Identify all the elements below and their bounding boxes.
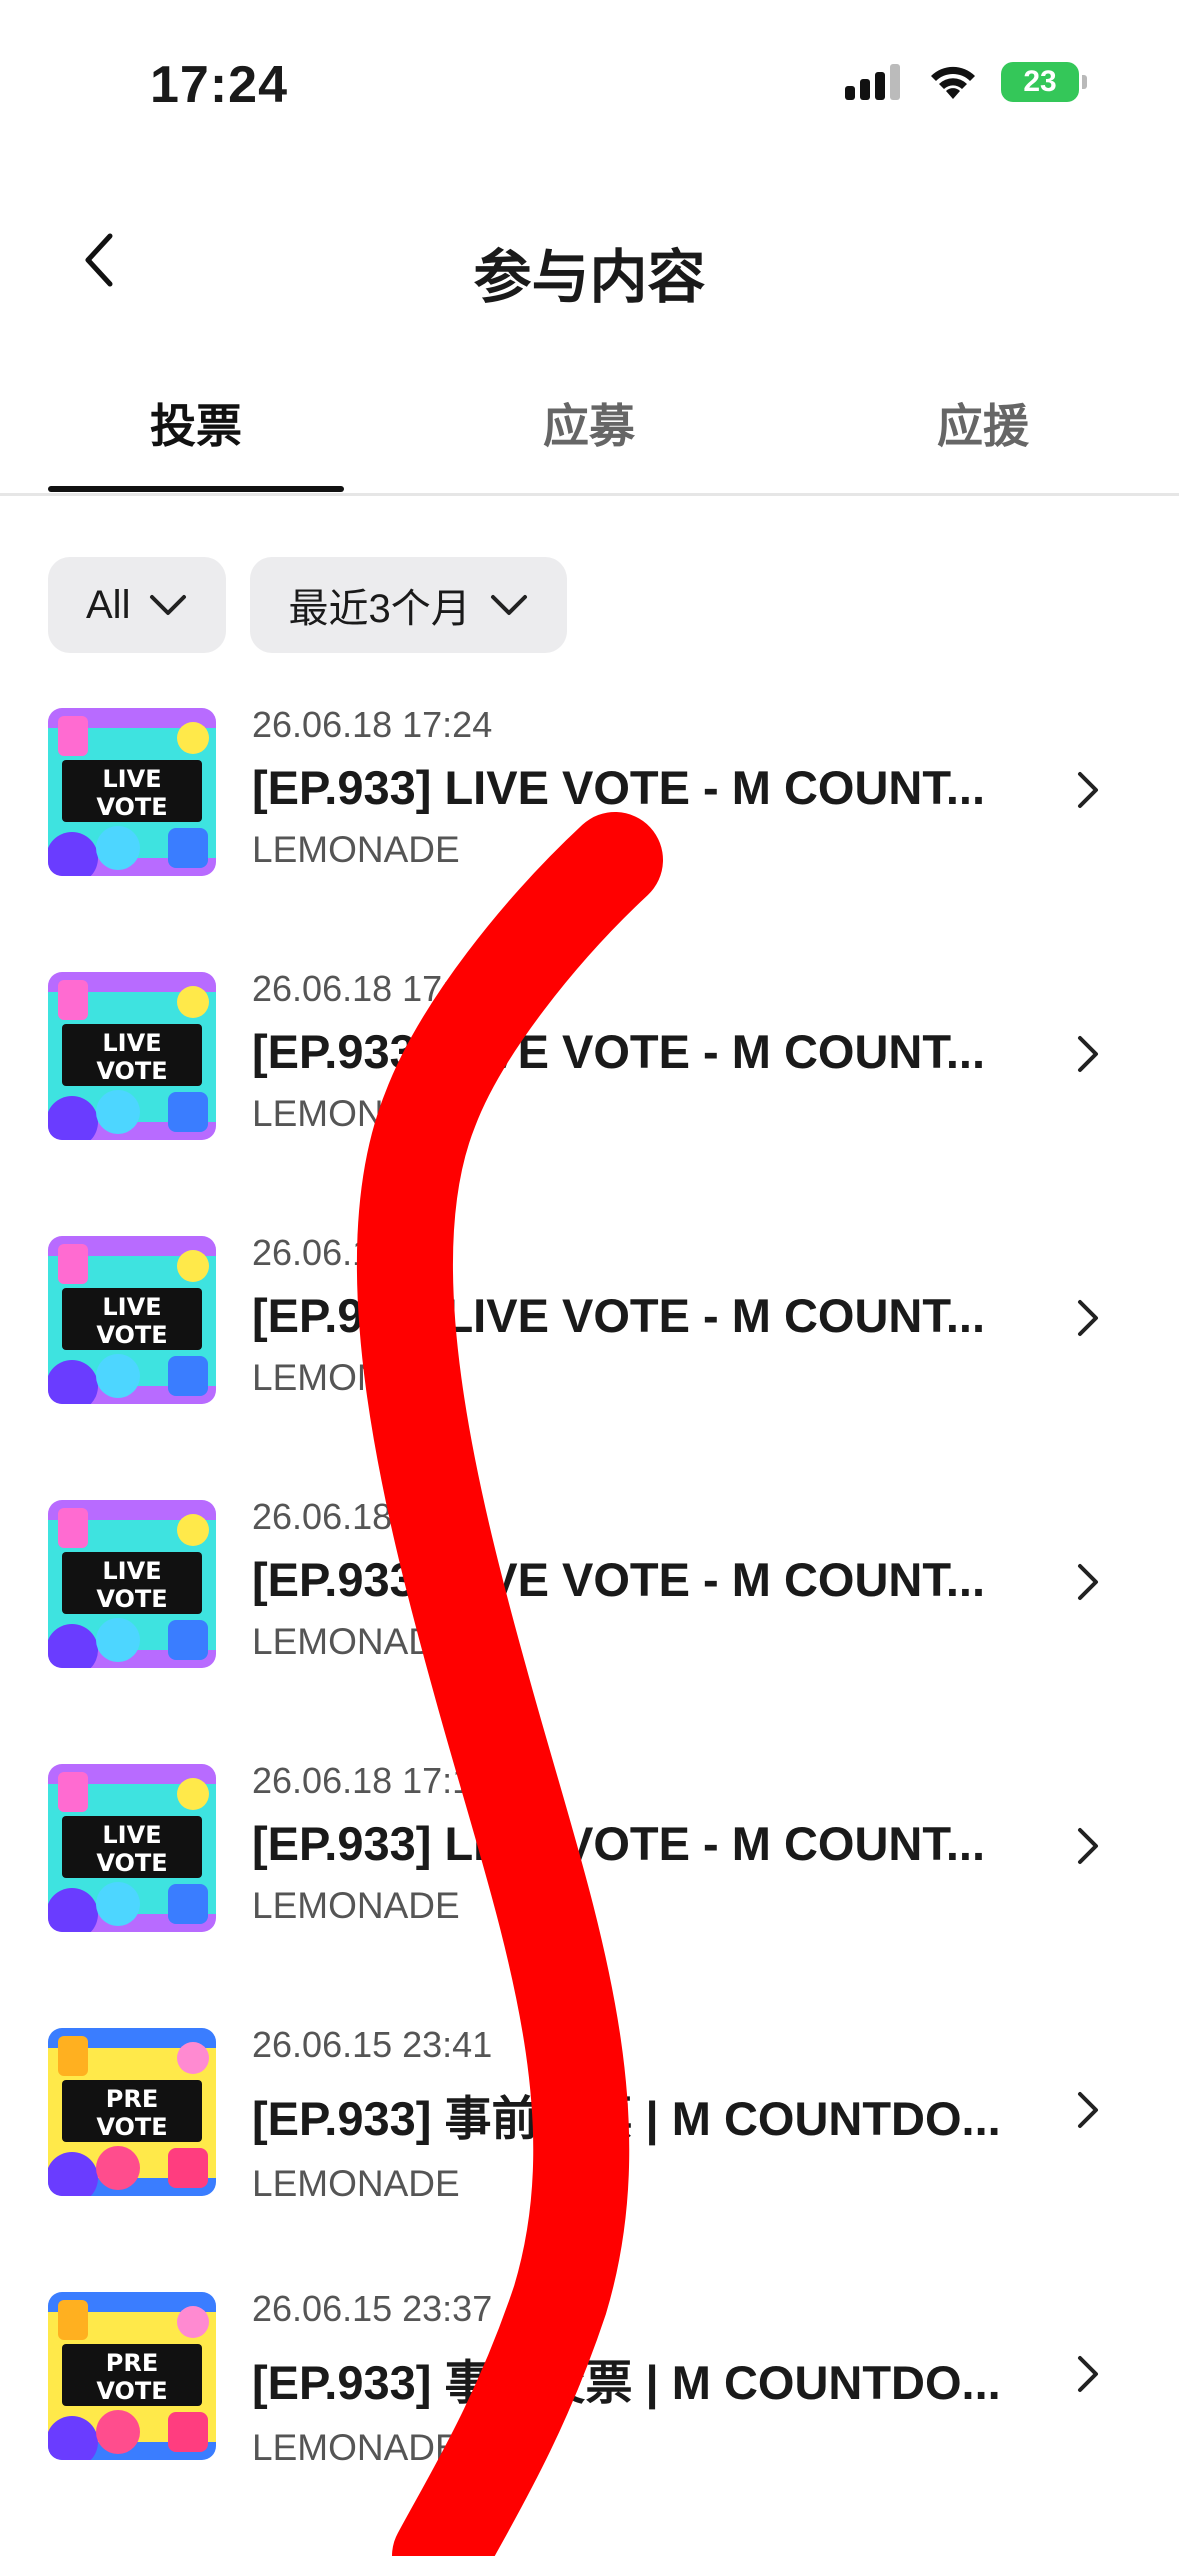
live-vote-artwork: LIVEVOTE <box>48 972 216 1140</box>
chevron-right-icon <box>1078 2356 1098 2392</box>
badge-word: LIVE <box>102 1557 161 1585</box>
item-date: 26.06.18 17 <box>252 1496 443 1537</box>
live-vote-artwork: LIVEVOTE <box>48 1764 216 1932</box>
live-vote-artwork: LIVEVOTE <box>48 708 216 876</box>
category-filter-label: All <box>86 582 131 627</box>
item-title: [EP.933] LIVE VOTE - M COUNT... <box>252 1553 985 1606</box>
chevron-right-icon <box>1078 2092 1098 2128</box>
badge-word: PRE <box>106 2349 158 2377</box>
vote-thumbnail: PRE VOTE <box>48 2292 216 2460</box>
badge-word: VOTE <box>96 1321 167 1349</box>
item-date: 26.06.15 23:37 <box>252 2288 493 2329</box>
badge-word: VOTE <box>96 793 167 821</box>
wifi-icon <box>931 66 975 99</box>
status-icons: 23 <box>845 62 1087 102</box>
list-item[interactable]: LIVE VOTE 26.06.18 17:24 [EP.933] LIVE VO… <box>0 700 1179 964</box>
item-artist: LEMONADE <box>252 1093 460 1134</box>
chevron-right-icon <box>1078 1828 1098 1864</box>
tab-vote[interactable]: 投票 <box>48 390 344 456</box>
badge-word: LIVE <box>102 765 161 793</box>
item-date: 26.06.18 <box>252 1232 393 1273</box>
badge-word: PRE <box>106 2085 158 2113</box>
item-artist: LEMONADE <box>252 2163 460 2204</box>
item-date: 26.06.15 23:41 <box>252 2024 493 2065</box>
page-title: 参与内容 <box>473 245 706 310</box>
active-tab-indicator <box>48 486 344 492</box>
list-item[interactable]: LIVE VOTE 26.06.18 17:2 [EP.933] LIVE VOT… <box>0 964 1179 1228</box>
item-title: [EP.933] LIVE VOTE - M COUNT... <box>252 1025 985 1078</box>
battery-level: 23 <box>1023 65 1057 98</box>
item-title: [EP.933] LIVE VOTE - M COUNT... <box>252 1289 985 1342</box>
item-artist: LEMONADE <box>252 829 460 870</box>
badge-word: LIVE <box>102 1821 161 1849</box>
list-item[interactable]: PRE VOTE 26.06.15 23:37 [EP.933] 事前投票 | M… <box>0 2284 1179 2548</box>
badge-word: VOTE <box>96 1585 167 1613</box>
list-item[interactable]: LIVE VOTE 26.06.18 [EP.933] LIVE VOTE - M… <box>0 1228 1179 1492</box>
chevron-right-icon <box>1078 1564 1098 1600</box>
category-filter-dropdown[interactable]: All <box>48 557 227 653</box>
vote-thumbnail: LIVE VOTE <box>48 1236 216 1404</box>
vote-list: LIVE VOTE 26.06.18 17:24 [EP.933] LIVE VO… <box>0 700 1179 2548</box>
item-artist: LEMONADE <box>252 1621 460 1662</box>
item-title: [EP.933] LIVE VOTE - M COUNT... <box>252 761 985 814</box>
pre-vote-artwork: PREVOTE <box>48 2028 216 2196</box>
badge-word: VOTE <box>96 2113 167 2141</box>
period-filter-dropdown[interactable]: 最近3个月 <box>250 557 567 653</box>
vote-thumbnail: LIVE VOTE <box>48 972 216 1140</box>
chevron-right-icon <box>1078 1036 1098 1072</box>
filter-bar: All 最近3个月 <box>48 557 567 653</box>
badge-word: LIVE <box>102 1029 161 1057</box>
list-item[interactable]: PRE VOTE 26.06.15 23:41 [EP.933] 事前投票 | M… <box>0 2020 1179 2284</box>
period-filter-label: 最近3个月 <box>288 587 471 631</box>
tab-apply[interactable]: 应募 <box>441 390 737 456</box>
status-time: 17:24 <box>150 56 288 114</box>
battery-icon: 23 <box>1001 62 1087 102</box>
badge-word: VOTE <box>96 1849 167 1877</box>
item-date: 26.06.18 17:2 <box>252 968 473 1009</box>
item-title: [EP.933] 事前投票 | M COUNTDO... <box>252 2356 1001 2409</box>
item-date: 26.06.18 17:17 <box>252 1760 493 1801</box>
item-date: 26.06.18 17:24 <box>252 704 493 745</box>
list-item[interactable]: LIVE VOTE 26.06.18 17 [EP.933] LIVE VOTE … <box>0 1492 1179 1756</box>
live-vote-artwork: LIVEVOTE <box>48 1236 216 1404</box>
vote-thumbnail: LIVE VOTE <box>48 1500 216 1668</box>
header: 参与内容 <box>0 200 1179 320</box>
badge-word: VOTE <box>96 1057 167 1085</box>
badge-word: LIVE <box>102 1293 161 1321</box>
item-title: [EP.933] 事前投票 | M COUNTDO... <box>252 2092 1001 2145</box>
chevron-right-icon <box>1078 1300 1098 1336</box>
badge-word: VOTE <box>96 2377 167 2405</box>
tab-bar: 投票 应募 应援 <box>0 370 1179 496</box>
vote-thumbnail: LIVE VOTE <box>48 708 216 876</box>
live-vote-artwork: LIVEVOTE <box>48 1500 216 1668</box>
item-artist: LEMONADE <box>252 1885 460 1926</box>
chevron-down-icon <box>490 595 527 615</box>
item-artist: LEMONADE <box>252 1357 460 1398</box>
chevron-right-icon <box>1078 772 1098 808</box>
status-bar: 17:24 23 <box>0 0 1179 170</box>
vote-thumbnail: LIVE VOTE <box>48 1764 216 1932</box>
item-artist: LEMONADE <box>252 2427 460 2468</box>
list-item[interactable]: LIVE VOTE 26.06.18 17:17 [EP.933] LIVE VO… <box>0 1756 1179 2020</box>
tab-support[interactable]: 应援 <box>835 390 1131 456</box>
signal-icon <box>845 64 900 100</box>
item-title: [EP.933] LIVE VOTE - M COUNT... <box>252 1817 985 1870</box>
chevron-down-icon <box>150 595 187 615</box>
vote-thumbnail: PRE VOTE <box>48 2028 216 2196</box>
pre-vote-artwork: PREVOTE <box>48 2292 216 2460</box>
